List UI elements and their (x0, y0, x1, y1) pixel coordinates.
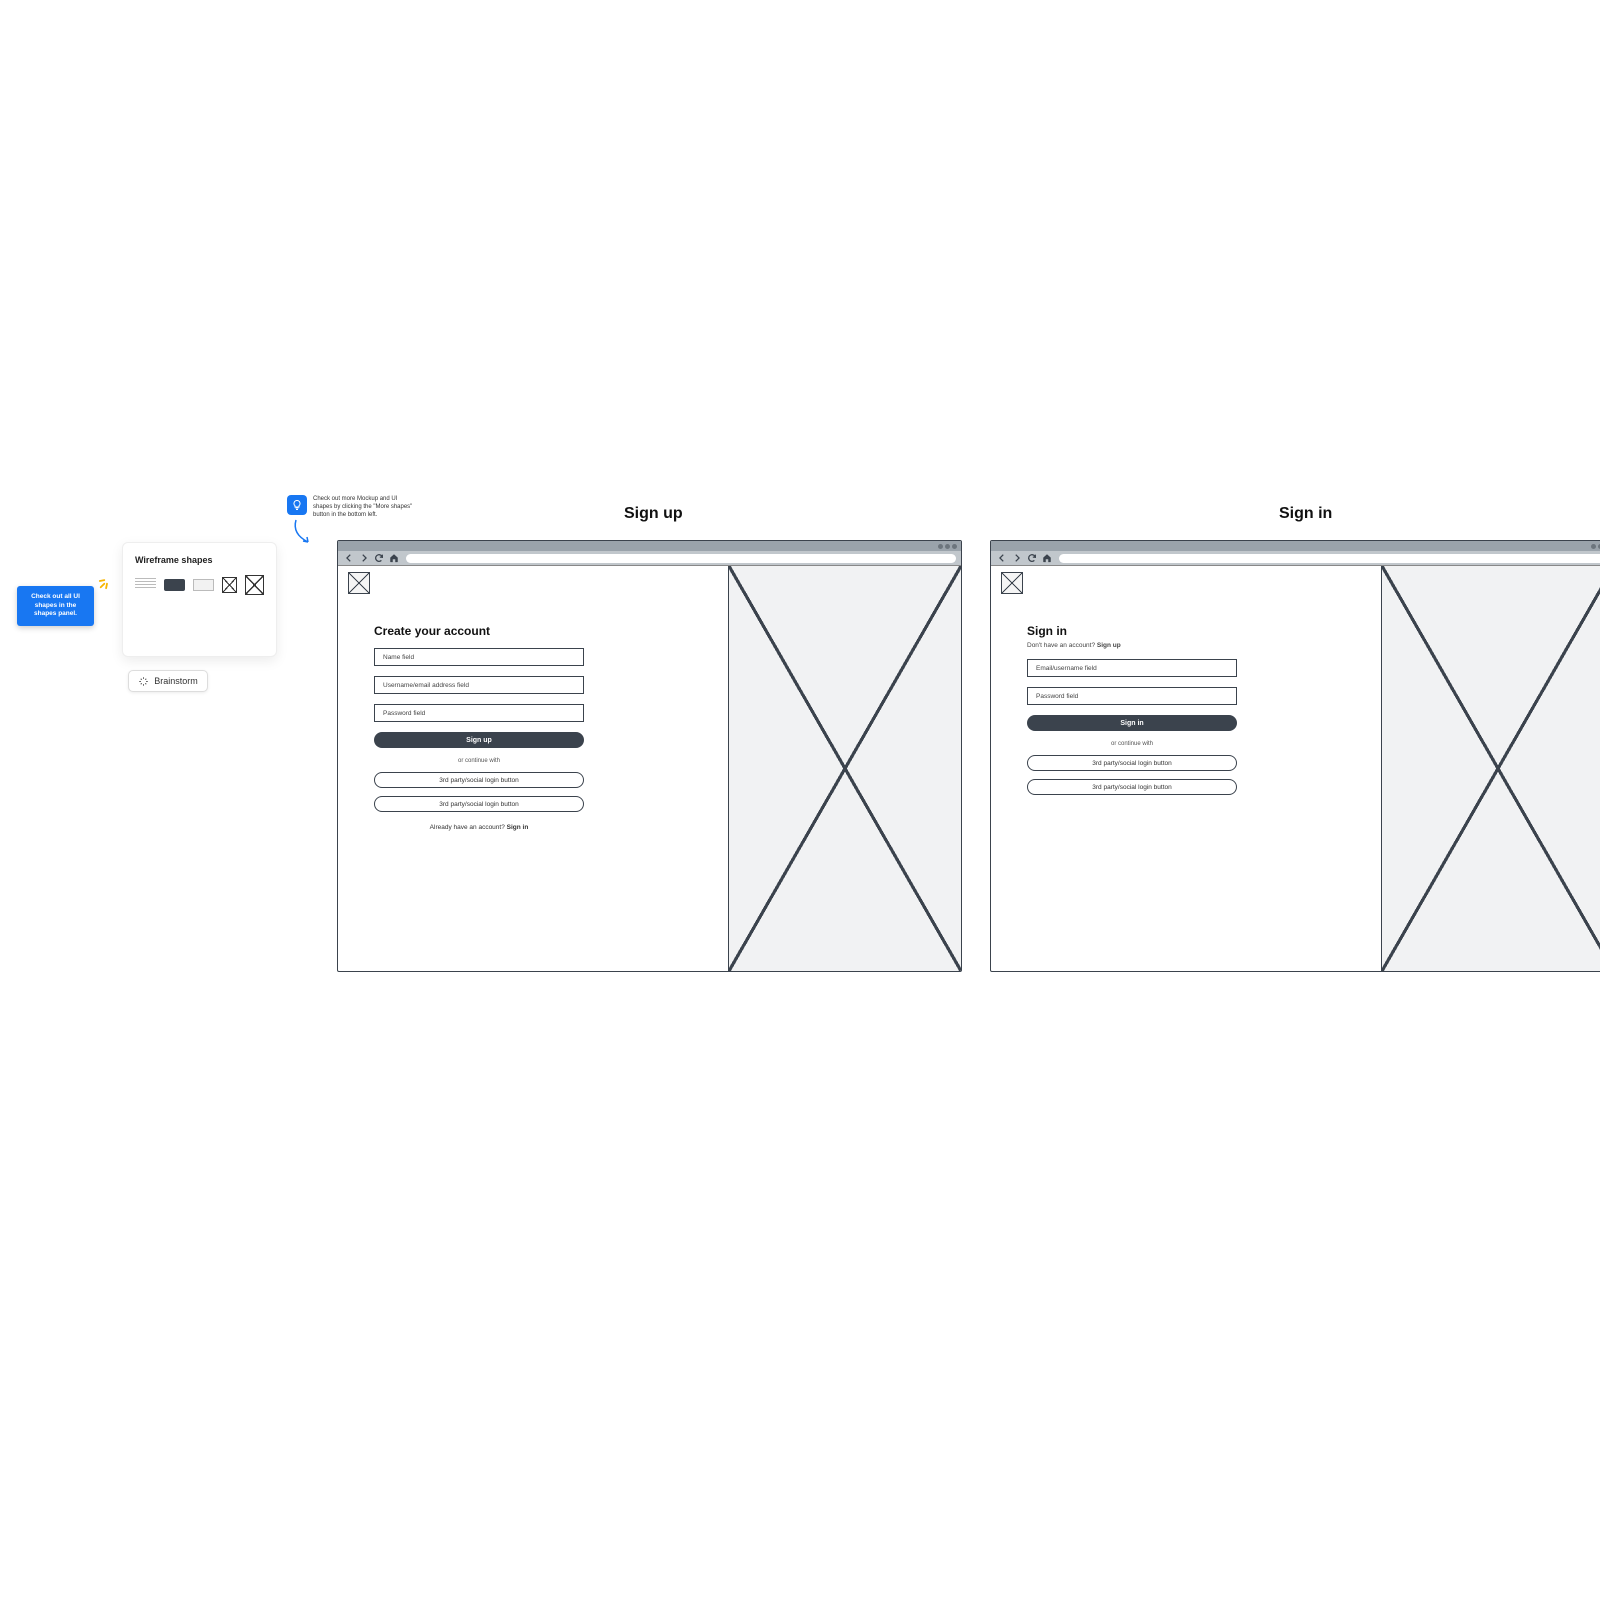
wireframe-shapes-card: Wireframe shapes (122, 542, 277, 657)
window-dot-icon (1591, 544, 1596, 549)
home-icon[interactable] (388, 553, 399, 564)
logo-placeholder-icon (348, 572, 370, 594)
forward-icon[interactable] (358, 553, 369, 564)
wireframe-image-icon[interactable] (222, 577, 237, 593)
password-field[interactable]: Password field (1027, 687, 1237, 705)
browser-tabbar (338, 541, 961, 551)
username-field[interactable]: Email/username field (1027, 659, 1237, 677)
signin-button[interactable]: Sign in (1027, 715, 1237, 731)
home-icon[interactable] (1041, 553, 1052, 564)
brainstorm-button[interactable]: Brainstorm (128, 670, 208, 692)
signin-divider: or continue with (1027, 741, 1237, 747)
social-login-button[interactable]: 3rd party/social login button (374, 796, 584, 812)
spark-icon (98, 572, 116, 590)
logo-placeholder-icon (1001, 572, 1023, 594)
back-icon[interactable] (996, 553, 1007, 564)
signin-browser: Sign in Don't have an account? Sign up E… (990, 540, 1600, 972)
tip-text: Check out more Mockup and UI shapes by c… (313, 495, 418, 519)
refresh-icon[interactable] (373, 553, 384, 564)
signup-footer: Already have an account? Sign in (374, 824, 584, 831)
window-dot-icon (938, 544, 943, 549)
signup-button[interactable]: Sign up (374, 732, 584, 748)
username-field[interactable]: Username/email address field (374, 676, 584, 694)
tip-arrow-icon (290, 518, 320, 548)
back-icon[interactable] (343, 553, 354, 564)
signup-browser: Create your account Name field Username/… (337, 540, 962, 972)
wireframe-image-large-icon[interactable] (245, 575, 264, 595)
sticky-note[interactable]: Check out all UI shapes in the shapes pa… (17, 586, 94, 626)
sparkle-icon (138, 676, 149, 687)
password-field[interactable]: Password field (374, 704, 584, 722)
window-dot-icon (952, 544, 957, 549)
signin-link[interactable]: Sign in (507, 824, 529, 831)
signup-form-title: Create your account (374, 624, 692, 638)
sticky-note-text: Check out all UI shapes in the shapes pa… (25, 593, 86, 618)
wireframe-shapes-row (135, 575, 264, 595)
signin-heading: Sign in (1279, 505, 1332, 523)
browser-navbar (991, 551, 1600, 566)
browser-navbar (338, 551, 961, 566)
wireframe-input-icon[interactable] (193, 579, 214, 591)
lightbulb-icon (287, 495, 307, 515)
url-bar[interactable] (1059, 554, 1600, 563)
wireframe-button-icon[interactable] (164, 579, 185, 591)
signup-divider: or continue with (374, 758, 584, 764)
signin-form-title: Sign in (1027, 624, 1345, 638)
social-login-button[interactable]: 3rd party/social login button (374, 772, 584, 788)
wireframe-text-lines-icon[interactable] (135, 578, 156, 592)
tip-callout: Check out more Mockup and UI shapes by c… (287, 495, 418, 519)
hero-image-placeholder-icon (728, 566, 961, 971)
forward-icon[interactable] (1011, 553, 1022, 564)
wireframe-shapes-title: Wireframe shapes (135, 555, 264, 565)
signin-sub: Don't have an account? Sign up (1027, 642, 1345, 649)
signin-form: Sign in Don't have an account? Sign up E… (991, 566, 1381, 971)
signup-form: Create your account Name field Username/… (338, 566, 728, 971)
browser-tabbar (991, 541, 1600, 551)
brainstorm-label: Brainstorm (154, 676, 198, 686)
window-dot-icon (945, 544, 950, 549)
hero-image-placeholder-icon (1381, 566, 1600, 971)
signup-heading: Sign up (624, 505, 683, 523)
refresh-icon[interactable] (1026, 553, 1037, 564)
social-login-button[interactable]: 3rd party/social login button (1027, 755, 1237, 771)
name-field[interactable]: Name field (374, 648, 584, 666)
url-bar[interactable] (406, 554, 956, 563)
signup-link[interactable]: Sign up (1097, 642, 1121, 649)
social-login-button[interactable]: 3rd party/social login button (1027, 779, 1237, 795)
